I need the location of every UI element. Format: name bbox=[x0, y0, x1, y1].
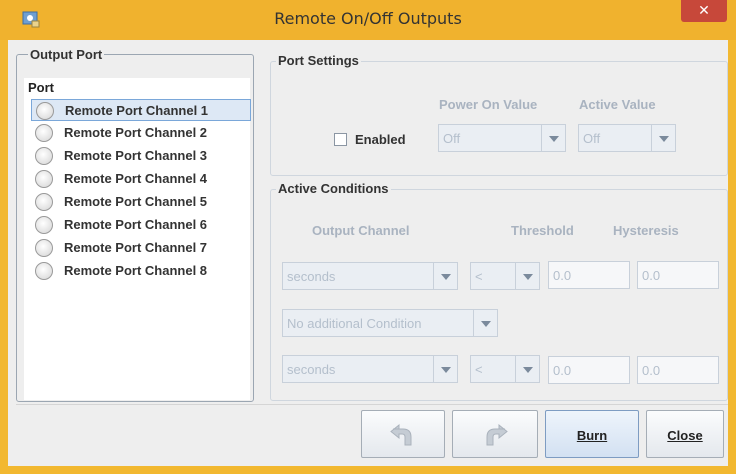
close-button[interactable]: Close bbox=[646, 410, 724, 458]
chevron-down-icon bbox=[515, 263, 539, 289]
hysteresis-label: Hysteresis bbox=[613, 223, 679, 238]
close-label: Close bbox=[647, 428, 723, 443]
operator-text: < bbox=[475, 362, 483, 377]
operator-text: < bbox=[475, 269, 483, 284]
hysteresis-field-2[interactable]: 0.0 bbox=[637, 356, 719, 384]
output-channel-select-1[interactable]: seconds bbox=[282, 262, 458, 290]
port-channel-3-radio[interactable]: Remote Port Channel 3 bbox=[31, 145, 251, 167]
burn-mnemonic: Burn bbox=[576, 428, 608, 443]
chevron-down-icon bbox=[515, 356, 539, 382]
window-close-button[interactable]: ✕ bbox=[681, 0, 727, 22]
redo-icon bbox=[486, 423, 508, 446]
port-channel-4-radio[interactable]: Remote Port Channel 4 bbox=[31, 168, 251, 190]
chevron-down-icon bbox=[433, 356, 457, 382]
radio-circle-icon bbox=[35, 147, 53, 165]
radio-circle-icon bbox=[35, 170, 53, 188]
radio-circle-icon bbox=[35, 239, 53, 257]
port-channel-1-radio[interactable]: Remote Port Channel 1 bbox=[31, 99, 251, 121]
port-settings-legend: Port Settings bbox=[276, 53, 361, 68]
chevron-down-icon bbox=[433, 263, 457, 289]
operator-select-1[interactable]: < bbox=[470, 262, 540, 290]
additional-condition-select[interactable]: No additional Condition bbox=[282, 309, 498, 337]
port-settings-group bbox=[270, 61, 728, 176]
undo-button[interactable] bbox=[361, 410, 445, 458]
port-channel-6-radio[interactable]: Remote Port Channel 6 bbox=[31, 214, 251, 236]
port-channel-label: Remote Port Channel 2 bbox=[64, 125, 208, 140]
dialog-window: Remote On/Off Outputs ✕ Output Port Port… bbox=[0, 0, 736, 474]
port-channel-label: Remote Port Channel 6 bbox=[64, 217, 208, 232]
port-channel-label: Remote Port Channel 7 bbox=[64, 240, 208, 255]
port-channel-label: Remote Port Channel 4 bbox=[64, 171, 208, 186]
power-on-value-select[interactable]: Off bbox=[438, 124, 566, 152]
burn-button[interactable]: Burn bbox=[545, 410, 639, 458]
threshold-field-1[interactable]: 0.0 bbox=[548, 261, 630, 289]
hysteresis-value: 0.0 bbox=[642, 268, 661, 283]
port-channel-label: Remote Port Channel 3 bbox=[64, 148, 208, 163]
radio-circle-icon bbox=[35, 124, 53, 142]
chevron-down-icon bbox=[651, 125, 675, 151]
radio-circle-icon bbox=[35, 262, 53, 280]
radio-circle-icon bbox=[35, 216, 53, 234]
port-channel-8-radio[interactable]: Remote Port Channel 8 bbox=[31, 260, 251, 282]
chevron-down-icon bbox=[473, 310, 497, 336]
active-value-label: Active Value bbox=[579, 97, 656, 112]
chevron-down-icon bbox=[541, 125, 565, 151]
output-channel-text: seconds bbox=[287, 362, 336, 377]
port-channel-2-radio[interactable]: Remote Port Channel 2 bbox=[31, 122, 251, 144]
active-conditions-legend: Active Conditions bbox=[276, 181, 391, 196]
radio-circle-icon bbox=[36, 102, 54, 120]
title-bar[interactable]: Remote On/Off Outputs ✕ bbox=[0, 0, 736, 40]
threshold-field-2[interactable]: 0.0 bbox=[548, 356, 630, 384]
hysteresis-field-1[interactable]: 0.0 bbox=[637, 261, 719, 289]
active-value-select[interactable]: Off bbox=[578, 124, 676, 152]
threshold-value: 0.0 bbox=[553, 363, 572, 378]
redo-button[interactable] bbox=[452, 410, 538, 458]
port-channel-7-radio[interactable]: Remote Port Channel 7 bbox=[31, 237, 251, 259]
undo-icon bbox=[390, 423, 412, 446]
power-on-value-label: Power On Value bbox=[439, 97, 538, 112]
output-channel-select-2[interactable]: seconds bbox=[282, 355, 458, 383]
output-port-legend: Output Port bbox=[28, 47, 105, 62]
port-channel-label: Remote Port Channel 5 bbox=[64, 194, 208, 209]
port-channel-label: Remote Port Channel 8 bbox=[64, 263, 208, 278]
enabled-checkbox[interactable] bbox=[334, 133, 347, 146]
active-value-text: Off bbox=[583, 131, 601, 146]
window-title: Remote On/Off Outputs bbox=[274, 9, 462, 28]
output-channel-text: seconds bbox=[287, 269, 336, 284]
close-mnemonic: Close bbox=[667, 428, 703, 443]
port-list-header: Port bbox=[28, 80, 54, 95]
burn-label: Burn bbox=[546, 428, 638, 443]
enabled-label: Enabled bbox=[355, 132, 406, 147]
threshold-label: Threshold bbox=[511, 223, 574, 238]
power-on-value-text: Off bbox=[443, 131, 461, 146]
port-channel-5-radio[interactable]: Remote Port Channel 5 bbox=[31, 191, 251, 213]
hysteresis-value: 0.0 bbox=[642, 363, 661, 378]
operator-select-2[interactable]: < bbox=[470, 355, 540, 383]
radio-circle-icon bbox=[35, 193, 53, 211]
output-channel-label: Output Channel bbox=[312, 223, 410, 238]
threshold-value: 0.0 bbox=[553, 268, 572, 283]
additional-condition-text: No additional Condition bbox=[287, 316, 422, 331]
port-channel-label: Remote Port Channel 1 bbox=[65, 103, 209, 118]
